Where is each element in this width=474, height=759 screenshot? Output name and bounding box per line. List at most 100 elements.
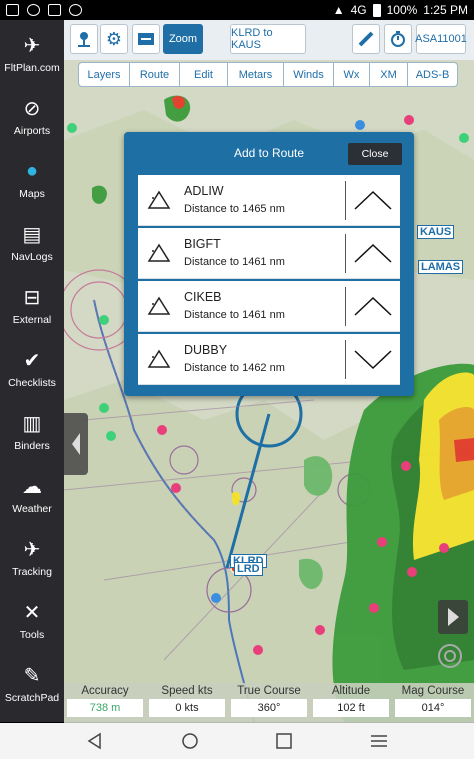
tab-ads-b[interactable]: ADS-B (408, 62, 458, 87)
waypoint-row[interactable]: ADLIW Distance to 1465 nm (138, 175, 400, 226)
chevron-right-icon (448, 608, 459, 626)
aircraft-button[interactable]: ASA11001 (415, 24, 467, 54)
location-notification-icon (69, 4, 82, 16)
battery-icon (372, 3, 381, 17)
settings-button[interactable]: ⚙ (100, 24, 128, 54)
info-speed: Speed kts 0 kts (146, 683, 228, 723)
sidebar-item-label: FltPlan.com (4, 62, 60, 74)
divider (345, 287, 346, 326)
map-label-lrd[interactable]: LRD (234, 562, 263, 576)
globe-plane-icon: ✈ (23, 34, 41, 57)
tab-xm[interactable]: XM (370, 62, 408, 87)
runway-icon: ⊘ (23, 97, 41, 120)
info-value: 0 kts (149, 699, 225, 717)
pin-icon (78, 32, 90, 47)
info-label: Mag Course (401, 685, 465, 697)
android-nav-bar (0, 723, 474, 759)
map-label-lamas[interactable]: LAMAS (418, 260, 464, 274)
waypoint-row[interactable]: DUBBY Distance to 1462 nm (138, 334, 400, 385)
tab-route[interactable]: Route (130, 62, 180, 87)
info-label: Accuracy (81, 685, 129, 697)
chevron-left-icon (72, 433, 80, 455)
info-value: 102 ft (313, 699, 389, 717)
back-icon[interactable] (84, 731, 106, 751)
tab-layers[interactable]: Layers (78, 62, 130, 87)
waypoint-name: DUBBY (184, 343, 228, 357)
waypoint-row[interactable]: BIGFT Distance to 1461 nm (138, 228, 400, 279)
sidebar-item-tracking[interactable]: ✈ Tracking (0, 528, 64, 590)
gear-icon: ⚙ (105, 28, 123, 49)
chevron-down-icon[interactable] (350, 342, 396, 377)
menu-icon[interactable] (368, 731, 390, 751)
ruler-icon (358, 31, 374, 47)
battery-level: 100% (386, 3, 418, 17)
route-button[interactable]: KLRD to KAUS (230, 24, 306, 54)
close-button[interactable]: Close (348, 143, 402, 165)
map-tab-bar: Layers Route Edit Metars Winds Wx XM ADS… (78, 62, 458, 87)
sidebar-item-scratchpad[interactable]: ✎ ScratchPad (0, 654, 64, 716)
sidebar-item-binders[interactable]: ▥ Binders (0, 402, 64, 464)
document-icon: ▤ (22, 223, 42, 246)
waypoint-triangle-icon (147, 243, 171, 262)
globe-icon: ● (25, 159, 39, 182)
sidebar-item-label: ScratchPad (4, 692, 60, 704)
chevron-up-icon[interactable] (350, 183, 396, 218)
waypoint-triangle-icon (147, 349, 171, 368)
tab-wx[interactable]: Wx (334, 62, 370, 87)
chevron-up-icon[interactable] (350, 236, 396, 271)
info-label: Speed kts (161, 685, 213, 697)
checkmark-icon: ✔ (23, 349, 41, 372)
plane-notification-icon (27, 4, 40, 16)
map-mode-button[interactable] (132, 24, 160, 54)
sidebar: ✈ FltPlan.com ⊘ Airports ● Maps ▤ NavLog… (0, 20, 64, 722)
sidebar-item-label: Checklists (8, 377, 56, 389)
network-label: 4G (350, 3, 367, 17)
next-button[interactable] (438, 600, 468, 634)
waypoint-distance: Distance to 1461 nm (184, 309, 285, 321)
waypoint-name: BIGFT (184, 237, 221, 251)
image-notification-icon (6, 4, 19, 16)
info-label: Altitude (331, 685, 371, 697)
tab-edit[interactable]: Edit (180, 62, 228, 87)
sidebar-item-maps[interactable]: ● Maps (0, 150, 64, 212)
sidebar-item-airports[interactable]: ⊘ Airports (0, 87, 64, 149)
pencil-icon: ✎ (23, 664, 41, 687)
sidebar-item-label: Maps (19, 188, 45, 200)
waypoint-row[interactable]: CIKEB Distance to 1461 nm (138, 281, 400, 332)
divider (345, 181, 346, 220)
sidebar-item-external[interactable]: ⊟ External (0, 276, 64, 338)
sidebar-item-checklists[interactable]: ✔ Checklists (0, 339, 64, 401)
zoom-button[interactable]: Zoom (163, 24, 203, 54)
recents-icon[interactable] (273, 731, 295, 751)
timer-button[interactable] (384, 24, 412, 54)
info-altitude: Altitude 102 ft (310, 683, 392, 723)
sidebar-item-weather[interactable]: ☁ Weather (0, 465, 64, 527)
divider (345, 234, 346, 273)
route-pin-button[interactable] (70, 24, 98, 54)
stopwatch-icon (391, 31, 405, 47)
shield-notification-icon (48, 4, 61, 16)
chevron-up-icon[interactable] (350, 289, 396, 324)
map-screen-icon (138, 33, 154, 45)
tab-winds[interactable]: Winds (284, 62, 334, 87)
binder-icon: ▥ (22, 412, 42, 435)
map-label-kaus[interactable]: KAUS (417, 225, 455, 239)
sidebar-item-navlogs[interactable]: ▤ NavLogs (0, 213, 64, 275)
home-icon[interactable] (179, 731, 201, 751)
info-label: True Course (237, 685, 301, 697)
sidebar-item-label: External (12, 314, 52, 326)
ruler-button[interactable] (352, 24, 380, 54)
add-to-route-dialog: Add to Route Close ADLIW Distance to 146… (124, 132, 414, 396)
sidebar-item-label: Weather (12, 503, 52, 515)
sidebar-item-label: Tracking (12, 566, 52, 578)
sidebar-item-label: Binders (14, 440, 50, 452)
tab-metars[interactable]: Metars (228, 62, 284, 87)
waypoint-name: CIKEB (184, 290, 222, 304)
sidebar-item-tools[interactable]: ✕ Tools (0, 591, 64, 653)
router-icon: ⊟ (23, 286, 41, 309)
recenter-button[interactable] (436, 642, 464, 670)
sidebar-item-label: NavLogs (11, 251, 53, 263)
waypoint-triangle-icon (147, 296, 171, 315)
sidebar-item-fltplan[interactable]: ✈ FltPlan.com (0, 24, 64, 86)
sidebar-collapse-handle[interactable] (64, 413, 88, 475)
